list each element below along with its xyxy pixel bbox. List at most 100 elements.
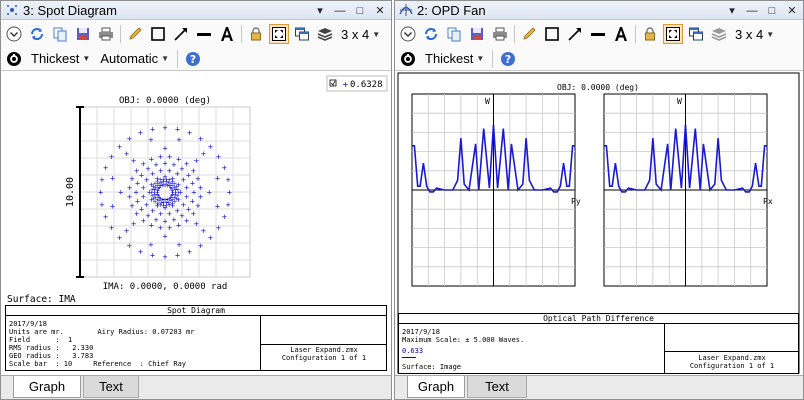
spot-window-titlebar[interactable]: 3: Spot Diagram ▾ — □ ✕ <box>1 1 391 20</box>
spot-point: + <box>195 175 201 183</box>
text-tool-button[interactable] <box>217 24 237 44</box>
help-icon: ? <box>501 51 516 66</box>
surface-label: Surface: IMA <box>7 294 76 305</box>
spot-point: + <box>176 136 182 144</box>
spot-point: + <box>197 184 203 192</box>
scale-bar-label: 10.00 <box>65 177 76 207</box>
save-button[interactable] <box>73 24 93 44</box>
help-icon: ? <box>186 51 201 66</box>
refresh-button[interactable] <box>27 24 47 44</box>
thickness-dropdown[interactable]: Thickest ▼ <box>28 51 93 66</box>
spot-point: + <box>148 221 154 229</box>
tab-text[interactable]: Text <box>83 376 139 398</box>
obj-field-label: OBJ: 0.0000 (deg) <box>119 96 211 106</box>
rectangle-tool-button[interactable] <box>148 24 168 44</box>
opd-toolbar-row1: 3 x 4 ▼ <box>395 21 803 47</box>
rectangle-tool-button[interactable] <box>542 24 562 44</box>
close-icon[interactable]: ✕ <box>371 2 389 19</box>
pencil-tool-button[interactable] <box>519 24 539 44</box>
spot-point: + <box>176 221 182 229</box>
dropdown-icon[interactable]: ▾ <box>311 2 329 19</box>
print-button[interactable] <box>96 24 116 44</box>
spot-point: + <box>137 248 143 256</box>
opd-window-titlebar[interactable]: 2: OPD Fan ▾ — □ ✕ <box>395 1 803 20</box>
thickness-dropdown[interactable]: Thickest ▼ <box>422 51 487 66</box>
opd-toolbar-row2: Thickest ▼ ? <box>395 47 803 71</box>
minimize-icon[interactable]: — <box>331 2 349 19</box>
lock-button[interactable] <box>640 24 660 44</box>
spot-point: + <box>175 125 181 133</box>
window-layout-button[interactable] <box>686 24 706 44</box>
info-line: Field : 1 <box>9 336 73 344</box>
tab-graph[interactable]: Graph <box>13 376 81 398</box>
spot-point: + <box>226 189 232 197</box>
caret-down-icon: ▼ <box>372 29 381 39</box>
spot-point: + <box>129 202 135 210</box>
spot-point: + <box>148 241 154 249</box>
lock-icon <box>645 27 655 41</box>
layout-selector[interactable]: 3 x 4 ▼ <box>338 27 383 42</box>
windows-icon <box>689 27 703 41</box>
settings-expand-button[interactable] <box>398 24 418 44</box>
help-button[interactable]: ? <box>498 49 518 69</box>
line-icon <box>197 33 211 36</box>
copy-button[interactable] <box>444 24 464 44</box>
spot-point: + <box>131 157 137 165</box>
file-name: Laser Expand.zmx <box>698 354 766 362</box>
fit-icon <box>272 27 286 41</box>
tab-graph[interactable]: Graph <box>407 376 465 398</box>
close-icon[interactable]: ✕ <box>783 2 801 19</box>
caret-down-icon: ▼ <box>766 29 775 39</box>
fit-view-button[interactable] <box>269 24 289 44</box>
settings-expand-button[interactable] <box>4 24 24 44</box>
spot-point: + <box>225 176 231 184</box>
py-w-axis-label: W <box>485 97 490 106</box>
help-button[interactable]: ? <box>183 49 203 69</box>
spot-point: + <box>198 242 204 250</box>
maximize-icon[interactable]: □ <box>351 2 369 19</box>
refresh-button[interactable] <box>421 24 441 44</box>
layout-selector[interactable]: 3 x 4 ▼ <box>732 27 777 42</box>
minimize-icon[interactable]: — <box>743 2 761 19</box>
copy-button[interactable] <box>50 24 70 44</box>
tab-text[interactable]: Text <box>467 376 527 398</box>
layers-button[interactable] <box>315 24 335 44</box>
text-tool-button[interactable] <box>611 24 631 44</box>
save-button[interactable] <box>467 24 487 44</box>
spot-point: + <box>201 150 207 158</box>
svg-text:?: ? <box>190 53 196 66</box>
spot-point: + <box>215 174 221 182</box>
pencil-tool-button[interactable] <box>125 24 145 44</box>
opd-fan-py <box>411 93 576 287</box>
maximize-icon[interactable]: □ <box>763 2 781 19</box>
px-axis-label: Px <box>763 197 773 206</box>
text-a-icon <box>221 27 233 41</box>
line-tool-button[interactable] <box>588 24 608 44</box>
copy-icon <box>447 27 461 42</box>
spot-point: + <box>110 203 116 211</box>
spot-point: + <box>184 160 190 168</box>
arrow-tool-button[interactable] <box>565 24 585 44</box>
settings-gear-button[interactable] <box>398 49 418 69</box>
spot-point: + <box>99 201 105 209</box>
scale-dropdown[interactable]: Automatic ▼ <box>97 51 172 66</box>
spot-point: + <box>140 217 146 225</box>
fit-view-button[interactable] <box>663 24 683 44</box>
lock-button[interactable] <box>246 24 266 44</box>
window-layout-button[interactable] <box>292 24 312 44</box>
spot-point: + <box>117 143 123 151</box>
layers-button[interactable] <box>709 24 729 44</box>
settings-gear-button[interactable] <box>4 49 24 69</box>
file-name: Laser Expand.zmx <box>290 346 358 354</box>
dropdown-icon[interactable]: ▾ <box>723 2 741 19</box>
spot-point: + <box>157 224 163 232</box>
spot-point: + <box>157 153 163 161</box>
arrow-tool-button[interactable] <box>171 24 191 44</box>
line-tool-button[interactable] <box>194 24 214 44</box>
spot-point: + <box>193 220 199 228</box>
spot-point: + <box>162 233 168 241</box>
spot-point: + <box>99 176 105 184</box>
svg-text:?: ? <box>505 53 511 66</box>
spot-point: + <box>162 144 168 152</box>
print-button[interactable] <box>490 24 510 44</box>
